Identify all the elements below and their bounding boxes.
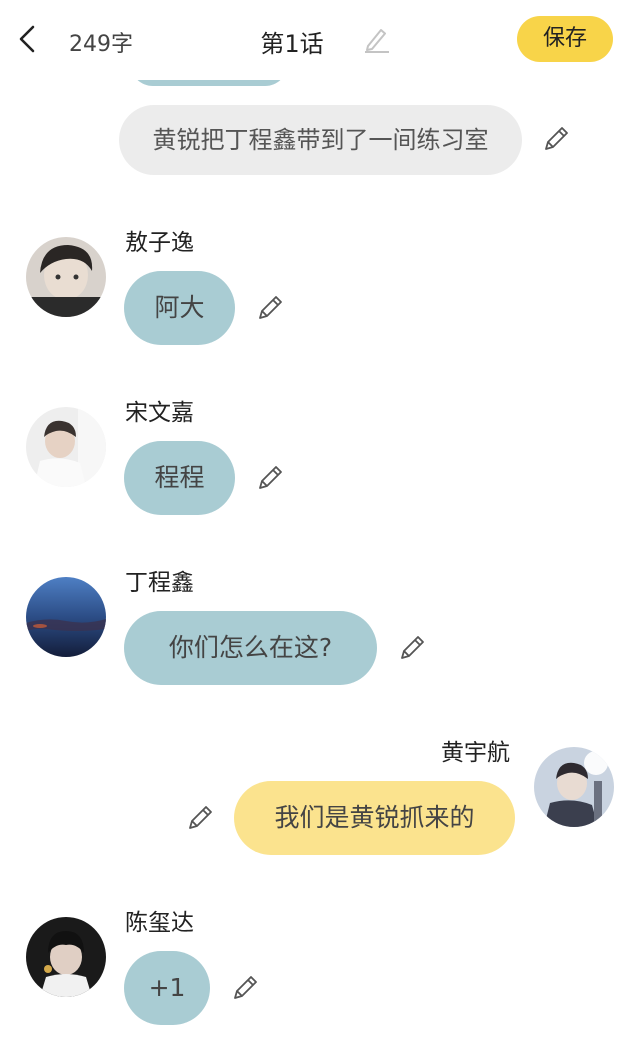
- speaker-name: 敖子逸: [125, 230, 194, 256]
- avatar[interactable]: [26, 407, 106, 487]
- edit-title-icon[interactable]: [362, 24, 392, 54]
- message-bubble[interactable]: 你们怎么在这?: [124, 611, 377, 685]
- narration-bubble[interactable]: 黄锐把丁程鑫带到了一间练习室: [119, 105, 522, 175]
- edit-pencil-icon[interactable]: [541, 124, 571, 154]
- edit-pencil-icon[interactable]: [185, 803, 215, 833]
- message-bubble[interactable]: +1: [124, 951, 210, 1025]
- speaker-name: 陈玺达: [125, 910, 194, 936]
- avatar[interactable]: [26, 237, 106, 317]
- save-button[interactable]: 保存: [517, 16, 613, 62]
- edit-pencil-icon[interactable]: [397, 633, 427, 663]
- avatar[interactable]: [26, 917, 106, 997]
- message-bubble[interactable]: 我们是黄锐抓来的: [234, 781, 515, 855]
- avatar[interactable]: [534, 747, 614, 827]
- page-title: 第1话: [260, 30, 324, 58]
- speaker-name: 黄宇航: [441, 740, 510, 766]
- top-bar: 249字 第1话 保存: [0, 0, 640, 80]
- speaker-name: 宋文嘉: [125, 400, 194, 426]
- message-bubble[interactable]: 程程: [124, 441, 235, 515]
- edit-pencil-icon[interactable]: [230, 973, 260, 1003]
- edit-pencil-icon[interactable]: [255, 293, 285, 323]
- speaker-name: 丁程鑫: [125, 570, 194, 596]
- edit-pencil-icon[interactable]: [255, 463, 285, 493]
- message-bubble[interactable]: 阿大: [124, 271, 235, 345]
- avatar[interactable]: [26, 577, 106, 657]
